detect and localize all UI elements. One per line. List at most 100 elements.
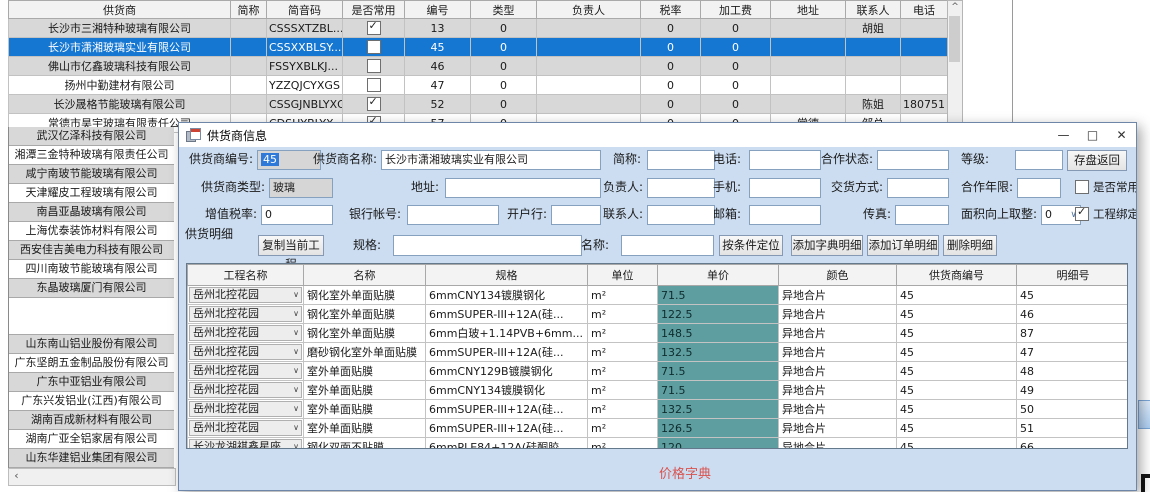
grid-cell[interactable]: 66 [1017,438,1129,450]
grid-cell[interactable]: 47 [1017,343,1129,362]
combo-arrow-icon[interactable]: ∨ [293,345,299,359]
grid-cell[interactable]: m² [588,343,658,362]
list-item[interactable]: 武汉亿泽科技有限公司 [9,127,174,146]
list-item[interactable]: 咸宁南玻节能玻璃有限公司 [9,165,174,184]
grid-cell[interactable]: 室外单面贴膜 [304,400,426,419]
grid-cell[interactable]: 45 [897,305,1017,324]
grid-column-header[interactable]: 规格 [426,265,588,286]
grid-cell[interactable]: m² [588,286,658,305]
detail-row[interactable]: 岳州北控花园∨室外单面贴膜6mmSUPER-III+12A(硅...m²132.… [188,400,1129,419]
unit-price-cell[interactable]: 71.5 [658,381,779,400]
grid-cell[interactable]: 6mmCNY129B镀膜钢化 [426,362,588,381]
add-dictionary-detail-button[interactable]: 添加字典明细 [791,235,863,256]
column-header[interactable]: 联系人 [846,1,901,19]
unit-price-cell[interactable]: 126.5 [658,419,779,438]
combo-arrow-icon[interactable]: ∨ [293,421,299,435]
save-return-button[interactable]: 存盘返回 [1067,150,1127,171]
project-combo-cell[interactable]: 长沙龙湖祺鑫星座∨ [188,438,304,450]
unit-price-cell[interactable]: 71.5 [658,362,779,381]
grid-cell[interactable]: 49 [1017,381,1129,400]
grid-cell[interactable]: 48 [1017,362,1129,381]
column-header[interactable]: 供货商 [9,1,231,19]
list-item[interactable]: 广东中亚铝业有限公司 [9,373,174,392]
grid-column-header[interactable]: 名称 [304,265,426,286]
grid-cell[interactable]: 6mmCNY134镀膜钢化 [426,381,588,400]
supplier-row[interactable]: 佛山市亿鑫玻璃科技有限公司FSSYXBLKJ...46000 [9,57,948,76]
column-header[interactable]: 是否常用 [343,1,405,19]
vertical-scrollbar[interactable]: ^ [947,0,963,133]
grid-cell[interactable]: 室外单面贴膜 [304,419,426,438]
horizontal-scrollbar[interactable]: ‹ [8,468,176,486]
project-combobox[interactable]: 岳州北控花园∨ [189,287,302,303]
detail-row[interactable]: 长沙龙湖祺鑫星座∨钢化双面不贴膜6mmPLE84+12A(硅酮胶...m²120… [188,438,1129,450]
grid-cell[interactable]: m² [588,324,658,343]
scroll-up-icon[interactable]: ^ [948,1,962,15]
list-item[interactable]: 东晶玻璃厦门有限公司 [9,279,174,298]
grid-cell[interactable]: m² [588,381,658,400]
list-item[interactable]: 天津耀皮工程玻璃有限公司 [9,184,174,203]
column-header[interactable]: 负责人 [537,1,641,19]
grid-cell[interactable]: 6mmSUPER-III+12A(硅... [426,419,588,438]
checkbox-icon[interactable] [1075,207,1089,221]
detail-row[interactable]: 岳州北控花园∨室外单面贴膜6mmCNY129B镀膜钢化m²71.5异地合片454… [188,362,1129,381]
project-combo-cell[interactable]: 岳州北控花园∨ [188,400,304,419]
grid-cell[interactable]: 钢化室外单面贴膜 [304,305,426,324]
list-item[interactable]: 四川南玻节能玻璃有限公司 [9,260,174,279]
form-field-input[interactable]: 玻璃 [269,178,333,198]
common-checkbox-icon[interactable] [367,40,381,54]
supplier-row[interactable]: 扬州中勤建材有限公司YZZQJCYXGS47000 [9,76,948,95]
checkbox-icon[interactable] [1075,180,1089,194]
add-order-detail-button[interactable]: 添加订单明细 [867,235,939,256]
grid-cell[interactable]: 6mm白玻+1.14PVB+6mm... [426,324,588,343]
form-field-input[interactable] [749,205,821,225]
project-combobox[interactable]: 长沙龙湖祺鑫星座∨ [189,439,302,449]
grid-cell[interactable]: 室外单面贴膜 [304,362,426,381]
list-item[interactable]: 山东华建铝业集团有限公司 [9,449,174,468]
grid-cell[interactable]: 45 [1017,286,1129,305]
form-field-input[interactable] [749,178,821,198]
list-item[interactable]: 广东兴发铝业(江西)有限公司 [9,392,174,411]
grid-cell[interactable]: 6mmCNY134镀膜钢化 [426,286,588,305]
project-combo-cell[interactable]: 岳州北控花园∨ [188,305,304,324]
unit-price-cell[interactable]: 120 [658,438,779,450]
list-item[interactable]: 湘潭三金特种玻璃有限责任公司 [9,146,174,165]
grid-cell[interactable]: 异地合片 [779,305,897,324]
common-checkbox-icon[interactable] [367,21,381,35]
scrollbar-thumb[interactable] [949,16,960,62]
column-header[interactable]: 税率 [641,1,701,19]
column-header[interactable]: 加工费 [701,1,771,19]
detail-row[interactable]: 岳州北控花园∨钢化室外单面贴膜6mmSUPER-III+12A(硅...m²12… [188,305,1129,324]
grid-cell[interactable]: 钢化室外单面贴膜 [304,286,426,305]
grid-cell[interactable]: m² [588,362,658,381]
detail-grid[interactable]: 工程名称名称规格单位单价颜色供货商编号明细号岳州北控花园∨钢化室外单面贴膜6mm… [187,264,1128,449]
detail-row[interactable]: 岳州北控花园∨室外单面贴膜6mmSUPER-III+12A(硅...m²126.… [188,419,1129,438]
form-field-input[interactable] [1015,150,1063,170]
list-item[interactable] [9,298,174,335]
detail-row[interactable]: 岳州北控花园∨钢化室外单面贴膜6mm白玻+1.14PVB+6mm...m²148… [188,324,1129,343]
grid-column-header[interactable]: 明细号 [1017,265,1129,286]
grid-cell[interactable]: 钢化室外单面贴膜 [304,324,426,343]
unit-price-cell[interactable]: 132.5 [658,343,779,362]
grid-cell[interactable]: 87 [1017,324,1129,343]
grid-cell[interactable]: 45 [897,343,1017,362]
grid-cell[interactable]: 45 [897,381,1017,400]
grid-cell[interactable]: 6mmSUPER-III+12A(硅... [426,400,588,419]
grid-cell[interactable]: m² [588,400,658,419]
form-field-input[interactable]: 长沙市潇湘玻璃实业有限公司 [381,150,601,170]
grid-cell[interactable]: 异地合片 [779,419,897,438]
detail-row[interactable]: 岳州北控花园∨磨砂钢化室外单面贴膜6mmSUPER-III+12A(硅...m²… [188,343,1129,362]
column-header[interactable]: 电话 [901,1,948,19]
project-combobox[interactable]: 岳州北控花园∨ [189,401,302,417]
project-combo-cell[interactable]: 岳州北控花园∨ [188,343,304,362]
grid-cell[interactable]: 6mmPLE84+12A(硅酮胶... [426,438,588,450]
project-combobox[interactable]: 岳州北控花园∨ [189,306,302,322]
locate-by-condition-button[interactable]: 按条件定位 [719,235,783,256]
grid-cell[interactable]: 异地合片 [779,400,897,419]
detail-row[interactable]: 岳州北控花园∨室外单面贴膜6mmCNY134镀膜钢化m²71.5异地合片4549 [188,381,1129,400]
form-field-input[interactable] [887,178,949,198]
grid-cell[interactable]: 51 [1017,419,1129,438]
grid-cell[interactable]: 46 [1017,305,1129,324]
grid-cell[interactable]: m² [588,438,658,450]
copy-current-project-button[interactable]: 复制当前工程 [258,235,324,256]
grid-cell[interactable]: 异地合片 [779,324,897,343]
